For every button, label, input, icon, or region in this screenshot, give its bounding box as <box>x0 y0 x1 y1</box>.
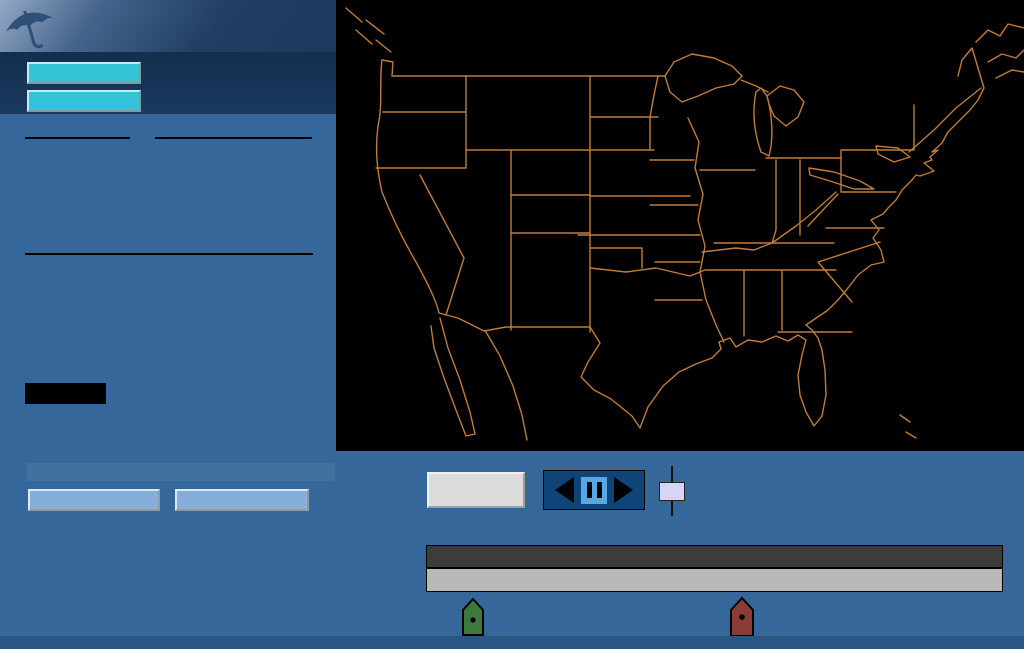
speed-slider-handle[interactable] <box>659 482 685 501</box>
playback-panel <box>543 470 645 510</box>
day-calendar <box>25 253 313 255</box>
step-back-icon[interactable] <box>555 477 574 503</box>
umbrella-logo-icon <box>0 0 60 52</box>
time-strip-activity-bar[interactable] <box>426 545 1003 568</box>
bottom-strip <box>0 636 1024 649</box>
window-start-marker[interactable] <box>461 597 485 637</box>
sidebar <box>0 0 336 649</box>
text-reports-button[interactable] <box>27 62 141 84</box>
status-bar <box>27 463 335 481</box>
time-strip-tick-bar[interactable] <box>426 568 1003 592</box>
year-grid <box>25 137 130 139</box>
zoom-out-x2-button[interactable] <box>175 489 309 511</box>
calendar-footer-spacer <box>25 383 106 404</box>
current-time-marker[interactable] <box>729 596 755 638</box>
pause-icon[interactable] <box>581 477 607 504</box>
help-tutorial-button[interactable] <box>27 90 141 112</box>
month-grid <box>155 137 312 139</box>
us-map-outline <box>336 0 1024 451</box>
zoom-out-full-button[interactable] <box>28 489 160 511</box>
show-history-toggle[interactable] <box>427 472 525 508</box>
step-forward-icon[interactable] <box>614 477 633 503</box>
us-precipitation-map[interactable] <box>336 0 1024 451</box>
header <box>0 0 336 52</box>
